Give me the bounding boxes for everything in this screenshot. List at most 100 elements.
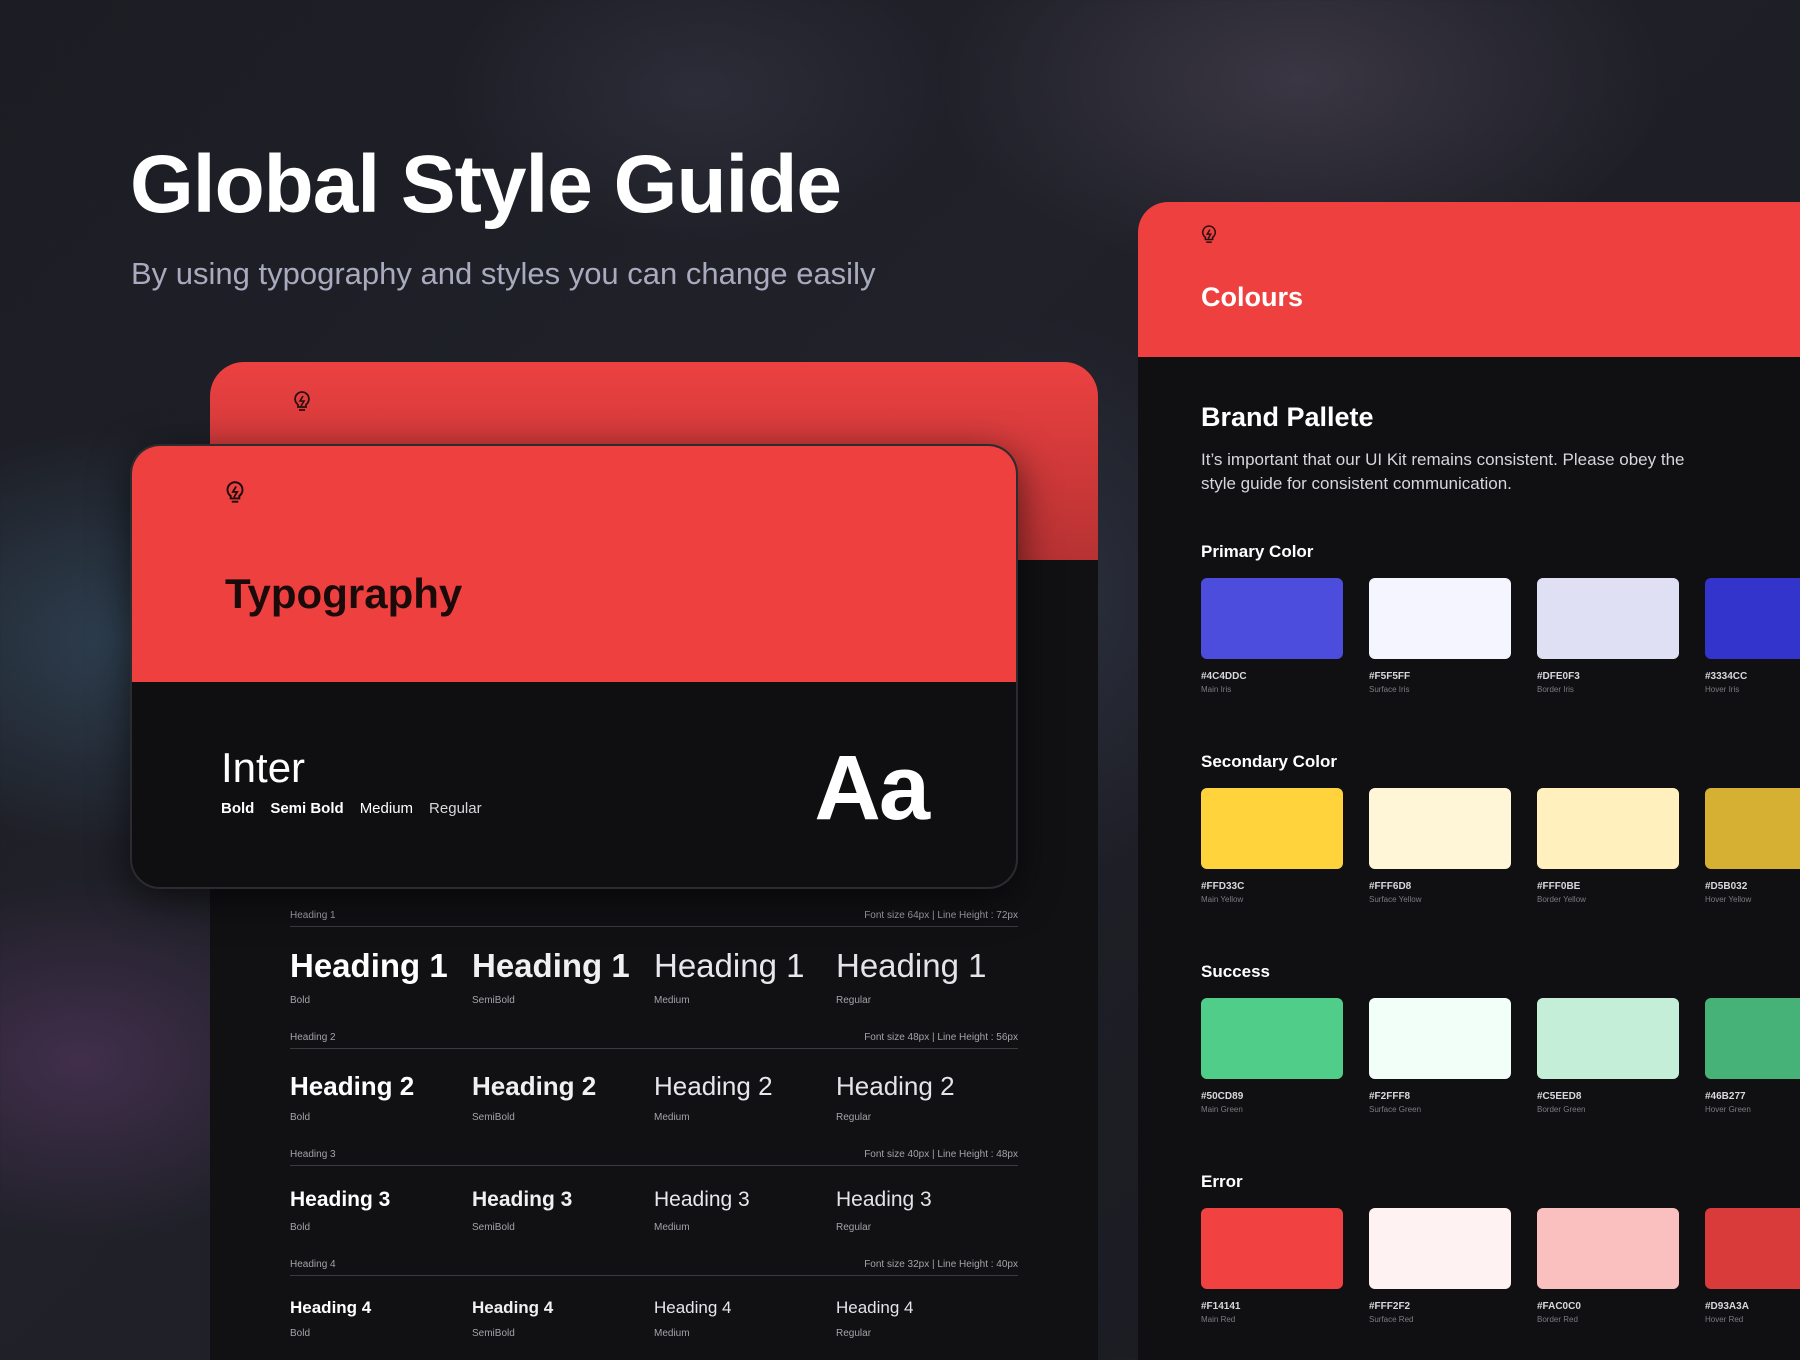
colour-swatch[interactable]: #FFD33C Main Yellow <box>1201 788 1343 904</box>
colour-swatch[interactable]: #D5B032 Hover Yellow <box>1705 788 1800 904</box>
type-section-spec: Font size 32px | Line Height : 40px <box>864 1259 1018 1270</box>
type-sample-weight: Medium <box>654 1222 690 1233</box>
type-section-label: Heading 2 <box>290 1032 336 1043</box>
colour-chip[interactable] <box>1537 788 1679 869</box>
colour-chip[interactable] <box>1369 998 1511 1079</box>
colour-name: Main Yellow <box>1201 895 1244 904</box>
colour-hex: #FFF0BE <box>1537 881 1581 892</box>
colour-group: Secondary Color #FFD33C Main Yellow #FFF6D8… <box>1201 752 1800 904</box>
colour-swatch[interactable]: #50CD89 Main Green <box>1201 998 1343 1114</box>
colour-swatch[interactable]: #4C4DDC Main Iris <box>1201 578 1343 694</box>
type-sample-text: Heading 4 <box>836 1298 914 1317</box>
colour-swatch[interactable]: #F5F5FF Surface Iris <box>1369 578 1511 694</box>
type-sample: Heading 4 Bold <box>290 1298 472 1339</box>
typography-card-header: Typography <box>132 446 1016 682</box>
type-sample: Heading 1 Regular <box>836 947 1018 1006</box>
type-sample-weight: Medium <box>654 995 690 1006</box>
lightbulb-icon <box>224 480 246 506</box>
colour-name: Surface Red <box>1369 1315 1414 1324</box>
colour-hex: #FFF6D8 <box>1369 881 1412 892</box>
type-sample-text: Heading 2 <box>836 1071 955 1101</box>
colour-swatch[interactable]: #FFF6D8 Surface Yellow <box>1369 788 1511 904</box>
colour-hex: #50CD89 <box>1201 1091 1244 1102</box>
colour-hex: #F5F5FF <box>1369 671 1411 682</box>
colour-chip[interactable] <box>1705 578 1800 659</box>
type-sample-weight: Bold <box>290 1222 311 1233</box>
colours-header: Colours <box>1138 202 1800 357</box>
type-sample: Heading 2 SemiBold <box>472 1071 654 1123</box>
colour-hex: #4C4DDC <box>1201 671 1247 682</box>
colour-name: Hover Iris <box>1705 685 1740 694</box>
type-sample: Heading 3 Medium <box>654 1188 836 1233</box>
colour-swatch[interactable]: #DFE0F3 Border Iris <box>1537 578 1679 694</box>
colour-name: Surface Green <box>1369 1105 1422 1114</box>
colour-name: Hover Red <box>1705 1315 1744 1324</box>
colour-hex: #FFF2F2 <box>1369 1301 1411 1312</box>
colour-chip[interactable] <box>1537 1208 1679 1289</box>
type-sample-weight: SemiBold <box>472 995 515 1006</box>
colour-chip[interactable] <box>1537 578 1679 659</box>
colour-chip[interactable] <box>1201 578 1343 659</box>
colour-chip[interactable] <box>1705 1208 1800 1289</box>
type-sample: Heading 3 SemiBold <box>472 1188 654 1233</box>
colour-hex: #C5EED8 <box>1537 1091 1582 1102</box>
colour-swatch[interactable]: #3334CC Hover Iris <box>1705 578 1800 694</box>
colour-swatch[interactable]: #F2FFF8 Surface Green <box>1369 998 1511 1114</box>
colour-swatch[interactable]: #FFF0BE Border Yellow <box>1537 788 1679 904</box>
colour-swatch[interactable]: #FFF2F2 Surface Red <box>1369 1208 1511 1324</box>
colour-name: Main Green <box>1201 1105 1243 1114</box>
typography-scale: Heading 1 Font size 64px | Line Height : … <box>290 910 1018 1360</box>
colour-chip[interactable] <box>1201 788 1343 869</box>
type-sample-weight: Bold <box>290 995 311 1006</box>
typography-title: Typography <box>225 570 463 617</box>
colour-group: Primary Color #4C4DDC Main Iris #F5F5FF Surf… <box>1201 542 1800 694</box>
colour-chip[interactable] <box>1369 578 1511 659</box>
colour-swatch[interactable]: #46B277 Hover Green <box>1705 998 1800 1114</box>
font-family-name: Inter <box>221 744 306 791</box>
type-sample-text: Heading 1 <box>290 947 448 984</box>
page-subtitle: By using typography and styles you can c… <box>131 256 876 291</box>
type-section: Heading 1 Font size 64px | Line Height : … <box>290 910 1018 1006</box>
colour-swatch[interactable]: #D93A3A Hover Red <box>1705 1208 1800 1324</box>
sample-glyph: Aa <box>814 737 930 839</box>
colour-name: Main Red <box>1201 1315 1236 1324</box>
colour-group-title: Success <box>1201 962 1270 981</box>
type-sample-weight: Bold <box>290 1112 311 1123</box>
colour-chip[interactable] <box>1369 788 1511 869</box>
colour-name: Main Iris <box>1201 685 1232 694</box>
colour-swatch[interactable]: #C5EED8 Border Green <box>1537 998 1679 1114</box>
colour-chip[interactable] <box>1705 998 1800 1079</box>
colour-name: Border Red <box>1537 1315 1578 1324</box>
type-section-header: Heading 4 Font size 32px | Line Height : … <box>290 1259 1018 1276</box>
colour-swatch[interactable]: #F14141 Main Red <box>1201 1208 1343 1324</box>
type-section-label: Heading 4 <box>290 1259 336 1270</box>
colour-swatch[interactable]: #FAC0C0 Border Red <box>1537 1208 1679 1324</box>
weight-regular: Regular <box>429 800 482 817</box>
colour-name: Hover Green <box>1705 1105 1751 1114</box>
colour-hex: #D5B032 <box>1705 881 1748 892</box>
colour-name: Surface Yellow <box>1369 895 1422 904</box>
type-sample-weight: Medium <box>654 1112 690 1123</box>
type-sample-row: Heading 1 Bold Heading 1 SemiBold Heading 1 M… <box>290 947 1018 1006</box>
colour-group: Error #F14141 Main Red #FFF2F2 Surface Red #F… <box>1201 1172 1800 1324</box>
colour-name: Hover Yellow <box>1705 895 1752 904</box>
colour-chip[interactable] <box>1705 788 1800 869</box>
type-sample: Heading 4 SemiBold <box>472 1298 654 1339</box>
type-sample-weight: Medium <box>654 1328 690 1339</box>
colour-hex: #3334CC <box>1705 671 1748 682</box>
type-sample-text: Heading 4 <box>472 1298 554 1317</box>
colour-group: Success #50CD89 Main Green #F2FFF8 Surface G… <box>1201 962 1800 1114</box>
type-sample-weight: Bold <box>290 1328 311 1339</box>
type-sample-text: Heading 2 <box>290 1071 415 1101</box>
colour-chip[interactable] <box>1369 1208 1511 1289</box>
type-sample-text: Heading 3 <box>654 1188 750 1211</box>
type-sample: Heading 4 Medium <box>654 1298 836 1339</box>
type-sample-text: Heading 4 <box>290 1298 372 1317</box>
page-title: Global Style Guide <box>130 139 842 230</box>
type-sample-text: Heading 2 <box>472 1071 597 1101</box>
colour-chip[interactable] <box>1201 1208 1343 1289</box>
type-section-spec: Font size 40px | Line Height : 48px <box>864 1149 1018 1160</box>
colour-chip[interactable] <box>1537 998 1679 1079</box>
type-sample-text: Heading 2 <box>654 1071 773 1101</box>
colour-chip[interactable] <box>1201 998 1343 1079</box>
